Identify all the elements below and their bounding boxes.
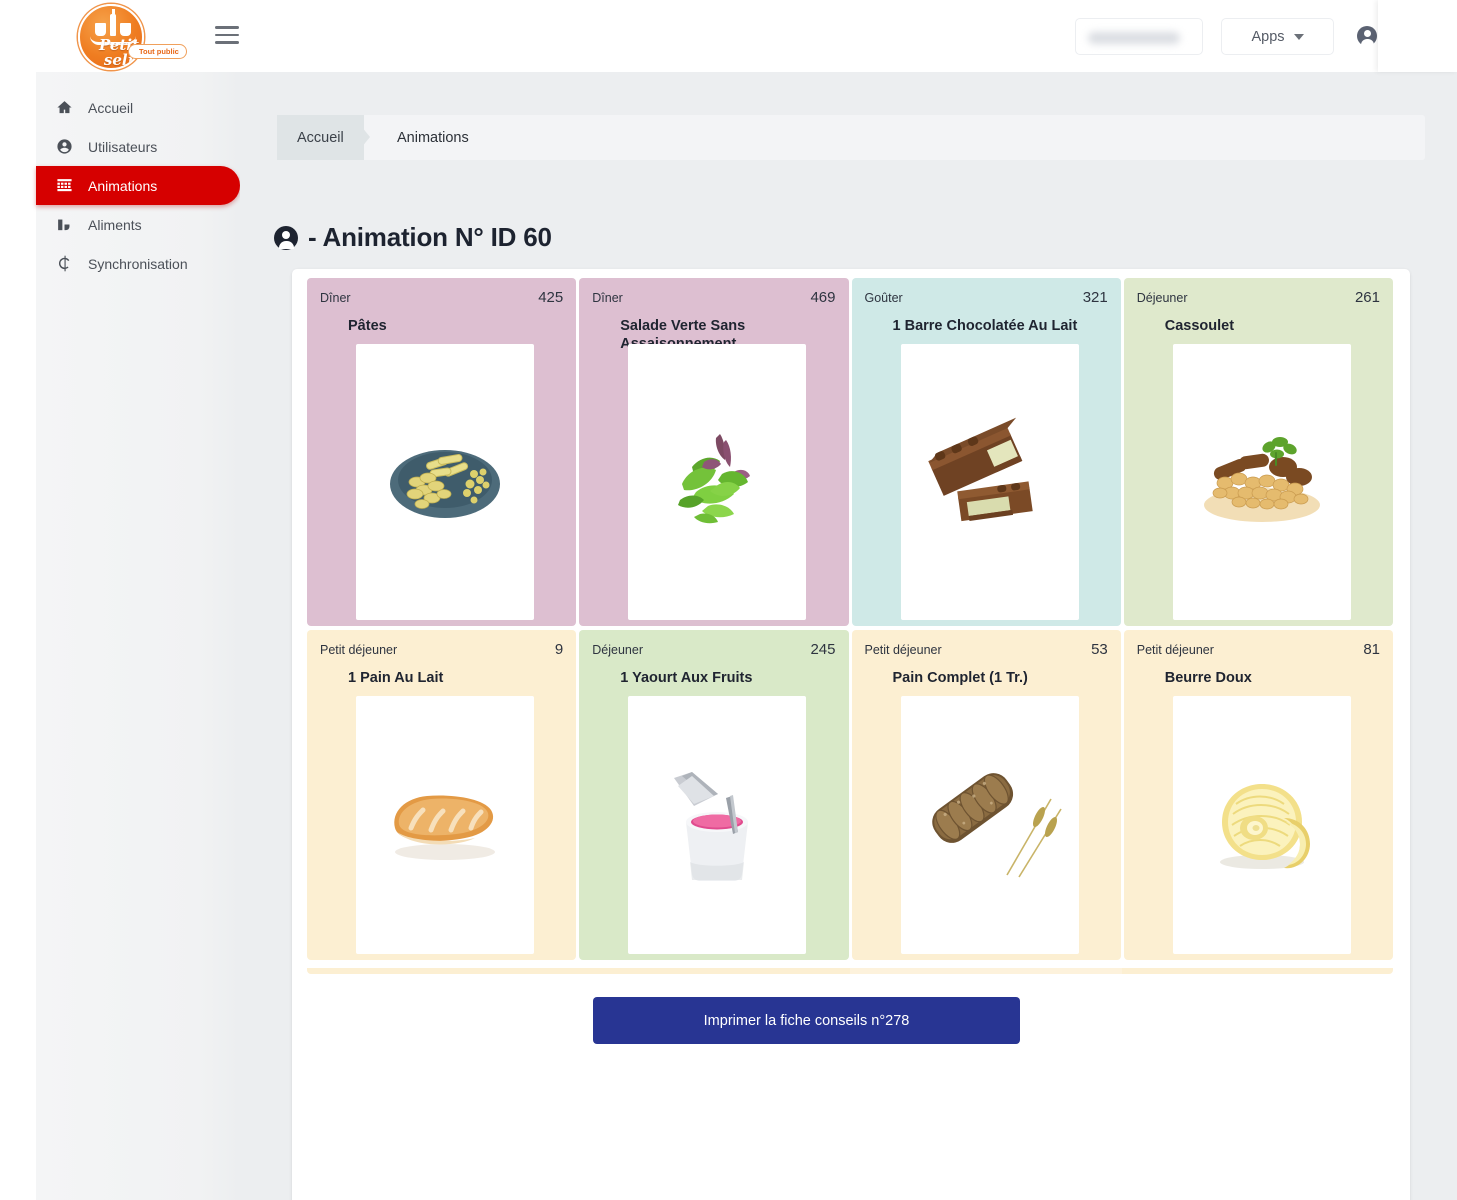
account-circle-icon: [56, 138, 86, 155]
food-card-header: Dîner 469: [592, 289, 835, 306]
app-root: Petit self Tout public Apps Accueil Util…: [0, 0, 1457, 1200]
sidebar-label-utilisateurs: Utilisateurs: [88, 138, 158, 155]
sync-icon: [56, 255, 86, 272]
food-card[interactable]: Petit déjeuner 53 Pain Complet (1 Tr.): [851, 630, 1121, 960]
food-card[interactable]: Petit déjeuner 9 1 Pain Au Lait: [307, 630, 577, 960]
search-input[interactable]: [1075, 18, 1203, 55]
logo-cup-left-shape: [95, 23, 106, 36]
calorie-value: 245: [810, 641, 836, 658]
food-card[interactable]: Petit déjeuner 81 Beurre Doux: [1123, 630, 1393, 960]
calorie-value: 81: [1363, 641, 1380, 658]
food-image-pasta-plate: [356, 344, 534, 620]
food-image-chocolate-bar: [900, 344, 1079, 620]
grid-table-icon: [56, 177, 86, 194]
apps-dropdown-button[interactable]: Apps: [1221, 18, 1334, 55]
food-image-fruit-yogurt: [628, 696, 807, 954]
meal-label: Dîner: [320, 291, 351, 305]
sidebar-item-aliments[interactable]: Aliments: [36, 205, 240, 244]
meal-label: Déjeuner: [1136, 291, 1188, 305]
sidebar-item-synchronisation[interactable]: Synchronisation: [36, 244, 240, 283]
food-card[interactable]: Déjeuner 245 1 Yaourt Aux Fruits: [579, 630, 849, 960]
print-advice-sheet-button[interactable]: Imprimer la fiche conseils n°278: [593, 997, 1020, 1044]
food-card-header: Petit déjeuner 81: [1137, 641, 1380, 658]
food-image-green-salad: [628, 344, 807, 620]
account-circle-icon[interactable]: [1357, 26, 1377, 46]
logo-bottle-shape: [110, 9, 116, 36]
food-card-row-1: Dîner 425 Pâtes Dîner 469 Salade Verte S…: [307, 278, 1393, 626]
home-icon: [56, 99, 86, 116]
food-card[interactable]: Dîner 425 Pâtes: [307, 278, 577, 626]
calorie-value: 9: [554, 641, 564, 658]
breadcrumb-arrow-icon: [352, 115, 370, 159]
logo-cup-right-shape: [120, 23, 131, 36]
sidebar-label-synchronisation: Synchronisation: [88, 255, 188, 272]
top-bar: Petit self Tout public Apps: [0, 0, 1457, 72]
food-card-row-2: Petit déjeuner 9 1 Pain Au Lait Déjeuner…: [307, 630, 1393, 960]
overflow-panel: [1378, 0, 1457, 72]
food-image-milk-roll: [356, 696, 534, 954]
food-card-header: Goûter 321: [865, 289, 1108, 306]
food-card-header: Déjeuner 261: [1137, 289, 1380, 306]
food-card-header: Dîner 425: [320, 289, 563, 306]
calorie-value: 53: [1091, 641, 1108, 658]
logo-circle: Petit self: [78, 4, 144, 70]
food-card-header: Petit déjeuner 9: [320, 641, 563, 658]
breadcrumb-item-accueil[interactable]: Accueil: [277, 115, 364, 160]
food-name: Pain Complet (1 Tr.): [892, 670, 1028, 686]
sidebar-item-animations[interactable]: Animations: [36, 166, 240, 205]
sidebar-label-accueil: Accueil: [88, 99, 134, 116]
food-name: 1 Barre Chocolatée Au Lait: [892, 318, 1078, 334]
bar-chart-icon: [56, 216, 86, 233]
sidebar-label-aliments: Aliments: [88, 216, 142, 233]
food-card[interactable]: Déjeuner 261 Cassoulet: [1123, 278, 1393, 626]
logo-badge: Tout public: [128, 44, 187, 59]
redacted-content: [1088, 32, 1180, 44]
sidebar-label-animations: Animations: [88, 177, 158, 194]
chevron-down-icon: [1293, 33, 1304, 40]
meal-label: Petit déjeuner: [864, 643, 942, 657]
card-bottom-strip: [307, 968, 1393, 974]
food-name: Pâtes: [348, 318, 387, 334]
meal-label: Petit déjeuner: [320, 643, 398, 657]
food-card-header: Déjeuner 245: [592, 641, 835, 658]
food-image-cassoulet: [1172, 344, 1351, 620]
meal-label: Dîner: [592, 291, 623, 305]
account-circle-icon: [274, 225, 298, 250]
food-card-header: Petit déjeuner 53: [865, 641, 1108, 658]
food-card-grid: Dîner 425 Pâtes Dîner 469 Salade Verte S…: [307, 278, 1393, 960]
calorie-value: 321: [1082, 289, 1108, 306]
meal-label: Goûter: [864, 291, 903, 305]
app-logo[interactable]: Petit self Tout public: [72, 2, 187, 70]
breadcrumb-item-animations: Animations: [397, 129, 469, 146]
food-card[interactable]: Dîner 469 Salade Verte Sans Assaisonneme…: [579, 278, 849, 626]
sidebar-item-accueil[interactable]: Accueil: [36, 88, 240, 127]
sidebar: Accueil Utilisateurs Animations Aliments…: [36, 72, 240, 1200]
sidebar-item-utilisateurs[interactable]: Utilisateurs: [36, 127, 240, 166]
food-name: Cassoulet: [1164, 318, 1235, 334]
page-title-text: - Animation N° ID 60: [308, 222, 552, 252]
calorie-value: 261: [1354, 289, 1380, 306]
food-name: Beurre Doux: [1164, 670, 1252, 686]
food-image-wholemeal-bread: [900, 696, 1079, 954]
meal-label: Petit déjeuner: [1136, 643, 1214, 657]
food-card[interactable]: Goûter 321 1 Barre Chocolatée Au Lait: [851, 278, 1121, 626]
apps-label: Apps: [1251, 28, 1285, 45]
meal-label: Déjeuner: [592, 643, 643, 657]
calorie-value: 425: [538, 289, 564, 306]
page-title: - Animation N° ID 60: [274, 222, 552, 253]
breadcrumb: Accueil Animations: [277, 115, 1425, 160]
food-image-butter-curl: [1172, 696, 1351, 954]
calorie-value: 469: [810, 289, 836, 306]
food-name: 1 Pain Au Lait: [348, 670, 444, 686]
food-name: 1 Yaourt Aux Fruits: [620, 670, 753, 686]
hamburger-icon[interactable]: [215, 26, 239, 46]
